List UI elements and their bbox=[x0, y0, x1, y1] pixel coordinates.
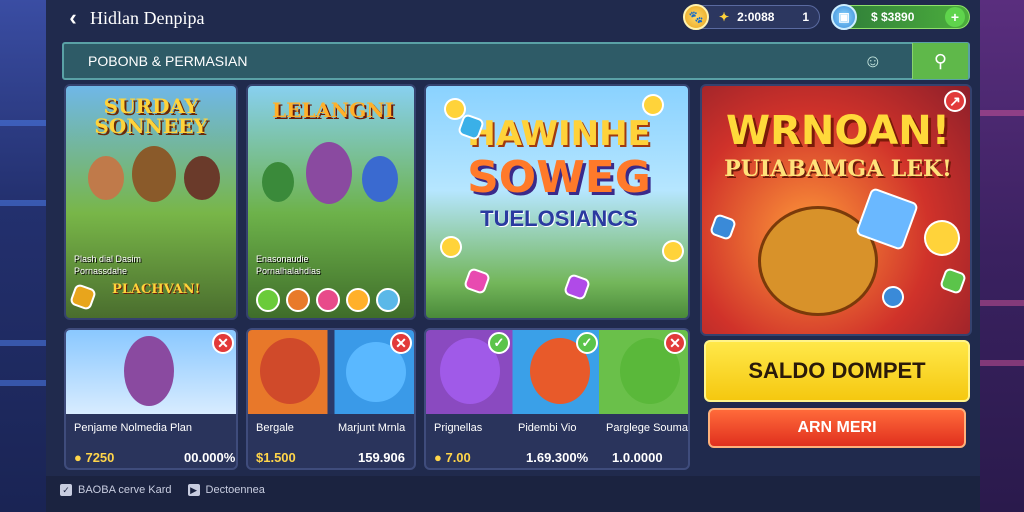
game-price: ● 7250 bbox=[74, 450, 115, 465]
card-subtitle: TUELOSIANCS bbox=[480, 206, 638, 231]
card-title-large: SOWEG bbox=[467, 152, 651, 203]
bg-stripe bbox=[980, 110, 1024, 116]
card-title: SURDAY SONNEEY bbox=[94, 94, 208, 138]
bg-stripe bbox=[0, 340, 46, 346]
footer-item-docs[interactable]: ▶ Dectoennea bbox=[187, 484, 265, 496]
play-icon: ▶ bbox=[187, 484, 200, 496]
balance-suffix: 1 bbox=[802, 10, 809, 24]
check-icon[interactable]: ✓ bbox=[576, 332, 598, 354]
bg-stripe bbox=[0, 200, 46, 206]
game-value: 1.69.300% bbox=[526, 450, 589, 465]
left-background-panel bbox=[0, 0, 46, 512]
promo-banner-card[interactable]: WRNOAN! PUIABAMGA LEK! ↗ bbox=[700, 84, 972, 336]
close-icon[interactable]: ✕ bbox=[664, 332, 686, 354]
game-price: ● 7.00 bbox=[434, 450, 471, 465]
search-bar[interactable]: POBONB & PERMASIAN ☺ ⚲ bbox=[62, 42, 970, 80]
character-art bbox=[132, 146, 176, 202]
mini-character-icon bbox=[256, 288, 280, 312]
game-card[interactable]: ✕ Penjame Nolmedia Plan ● 7250 00.000% bbox=[64, 328, 238, 470]
page-title: Hidlan Denpipa bbox=[90, 7, 205, 28]
footer-item-card[interactable]: ✓ BAOBA cerve Kard bbox=[60, 484, 172, 496]
bg-stripe bbox=[980, 360, 1024, 366]
mini-character-icon bbox=[376, 288, 400, 312]
game-name: Parglege Souma bbox=[606, 422, 688, 434]
mini-character-icon bbox=[346, 288, 370, 312]
search-button[interactable]: ⚲ bbox=[912, 43, 968, 79]
card-subtitle: Plash dial Dasim bbox=[74, 254, 142, 264]
wallet-icon: ▣ bbox=[831, 4, 857, 30]
featured-game-card[interactable]: SURDAY SONNEEY Plash dial Dasim Pornassd… bbox=[64, 84, 238, 320]
gem-icon bbox=[68, 282, 98, 312]
card-subtitle: Pornalhalahdias bbox=[256, 266, 321, 276]
balance-value: 2:0088 bbox=[737, 10, 775, 24]
footer-label: BAOBA cerve Kard bbox=[78, 484, 172, 496]
footer-bar: ✓ BAOBA cerve Kard ▶ Dectoennea bbox=[60, 484, 281, 496]
checkbox-icon: ✓ bbox=[60, 484, 72, 496]
game-card[interactable]: ✓ ✓ ✕ Prignellas Pidembi Vio Parglege So… bbox=[424, 328, 690, 470]
game-value: 00.000% bbox=[184, 450, 236, 465]
card-promo-text: PLACHVAN! bbox=[112, 282, 201, 297]
promo-title: WRNOAN! bbox=[725, 108, 950, 154]
search-icon: ⚲ bbox=[933, 50, 948, 71]
featured-game-card[interactable]: HAWINHE SOWEG TUELOSIANCS bbox=[424, 84, 690, 320]
game-value: 159.906 bbox=[358, 450, 405, 465]
bg-stripe bbox=[0, 120, 46, 126]
gem-icon bbox=[562, 272, 592, 302]
game-price-value: 7250 bbox=[85, 450, 115, 465]
check-icon[interactable]: ✓ bbox=[488, 332, 510, 354]
footer-label: Dectoennea bbox=[205, 484, 265, 496]
character-art bbox=[184, 156, 220, 200]
right-background-panel bbox=[980, 0, 1024, 512]
featured-game-card[interactable]: LELANGNI Enasonaudie Pornalhalahdias bbox=[246, 84, 416, 320]
card-subtitle: Enasonaudie bbox=[256, 254, 309, 264]
flame-icon: ✦ bbox=[719, 10, 730, 24]
coin-balance-pill[interactable]: 🐾 ✦ 2:0088 1 bbox=[683, 4, 820, 30]
game-name: Bergale bbox=[256, 422, 294, 434]
gem-icon bbox=[708, 212, 738, 242]
arn-meri-button[interactable]: ARN MERI bbox=[708, 408, 966, 448]
character-art bbox=[260, 338, 320, 404]
character-art bbox=[88, 156, 124, 200]
gem-icon bbox=[462, 266, 492, 296]
game-value: 1.0.0000 bbox=[612, 450, 663, 465]
gem-icon bbox=[938, 266, 968, 296]
avatar-coin-icon: 🐾 bbox=[683, 4, 709, 30]
wallet-balance-button[interactable]: SALDO DOMPET bbox=[704, 340, 970, 402]
game-name: Prignellas bbox=[434, 422, 483, 434]
gem-icon bbox=[878, 282, 908, 312]
bg-stripe bbox=[0, 380, 46, 386]
promo-subtitle: PUIABAMGA LEK! bbox=[724, 156, 952, 182]
game-card[interactable]: ✕ Bergale Marjunt Mrnla $1.500 159.906 bbox=[246, 328, 416, 470]
user-icon[interactable]: ☺ bbox=[864, 51, 882, 72]
coin-icon bbox=[436, 232, 466, 262]
card-title: LELANGNI bbox=[272, 98, 394, 122]
bg-stripe bbox=[980, 300, 1024, 306]
game-name: Penjame Nolmedia Plan bbox=[74, 422, 193, 434]
close-icon[interactable]: ✕ bbox=[212, 332, 234, 354]
card-subtitle: Pornassdahe bbox=[74, 266, 128, 276]
coin-icon bbox=[918, 214, 966, 262]
game-price-value: 7.00 bbox=[445, 450, 471, 465]
character-art bbox=[362, 156, 398, 202]
close-icon[interactable]: ↗ bbox=[944, 90, 966, 112]
cash-balance-pill[interactable]: ▣ $ $3890 + bbox=[831, 4, 970, 30]
app-window: ‹ Hidlan Denpipa 🐾 ✦ 2:0088 1 ▣ $ $3890 … bbox=[46, 0, 980, 476]
game-price: $1.500 bbox=[256, 450, 296, 465]
character-art bbox=[262, 162, 294, 202]
add-funds-button[interactable]: + bbox=[945, 7, 965, 27]
mini-character-icon bbox=[316, 288, 340, 312]
character-art bbox=[124, 336, 174, 406]
game-name: Pidembi Vio bbox=[518, 422, 577, 434]
close-icon[interactable]: ✕ bbox=[390, 332, 412, 354]
character-art bbox=[306, 142, 352, 204]
mini-character-icon bbox=[286, 288, 310, 312]
search-label: POBONB & PERMASIAN bbox=[88, 53, 248, 69]
cash-balance-value: $ $3890 bbox=[871, 10, 915, 24]
coin-icon bbox=[658, 236, 688, 266]
back-arrow-icon[interactable]: ‹ bbox=[58, 3, 88, 33]
game-subname: Marjunt Mrnla bbox=[338, 422, 406, 434]
